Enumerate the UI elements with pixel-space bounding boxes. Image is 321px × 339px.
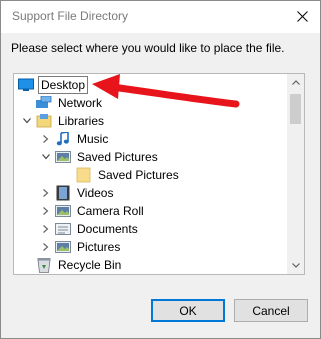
pictures-library-icon [55, 239, 71, 255]
chevron-down-icon [291, 263, 300, 268]
tree-item-recycle-bin[interactable]: Recycle Bin [36, 256, 304, 274]
tree-item-pictures[interactable]: Pictures [41, 238, 304, 256]
tree-item-label: Pictures [77, 240, 121, 254]
prompt-text: Please select where you would like to pl… [11, 41, 285, 55]
scroll-thumb[interactable] [290, 94, 301, 124]
tree-item-label: Recycle Bin [58, 258, 122, 272]
tree-item-saved-pictures-folder[interactable]: Saved Pictures [76, 166, 304, 184]
window-title: Support File Directory [12, 9, 129, 23]
recycle-bin-icon [36, 257, 52, 273]
pictures-library-icon [55, 203, 71, 219]
chevron-right-icon[interactable] [41, 188, 51, 198]
tree-item-label: Videos [77, 186, 114, 200]
tree-item-saved-pictures-library[interactable]: Saved Pictures [41, 148, 304, 166]
title-bar: Support File Directory [1, 1, 320, 33]
tree-item-label: Documents [77, 222, 138, 236]
desktop-icon [18, 77, 34, 93]
tree-item-camera-roll[interactable]: Camera Roll [41, 202, 304, 220]
tree-item-label: Desktop [38, 76, 89, 94]
tree-item-libraries[interactable]: Libraries [22, 112, 294, 130]
libraries-icon [36, 113, 52, 129]
tree-item-music[interactable]: Music [41, 130, 304, 148]
support-file-directory-dialog: Support File Directory Please select whe… [0, 0, 321, 339]
tree-item-label: Music [77, 132, 109, 146]
scroll-up-button[interactable] [287, 74, 304, 91]
tree-item-label: Saved Pictures [77, 150, 158, 164]
chevron-right-icon[interactable] [41, 134, 51, 144]
cancel-button[interactable]: Cancel [234, 299, 308, 322]
tree-item-label: Saved Pictures [98, 168, 179, 182]
chevron-down-icon[interactable] [22, 116, 32, 126]
chevron-down-icon[interactable] [41, 152, 51, 162]
documents-icon [55, 221, 71, 237]
tree-scrollbar[interactable] [287, 74, 304, 274]
scroll-down-button[interactable] [287, 257, 304, 274]
tree-item-label: Network [58, 96, 103, 110]
ok-button[interactable]: OK [151, 299, 225, 322]
network-icon [36, 95, 52, 111]
tree-item-network[interactable]: Network [36, 94, 304, 112]
folder-tree[interactable]: Desktop Network Libraries Music Saved Pi… [13, 73, 305, 275]
tree-item-videos[interactable]: Videos [41, 184, 304, 202]
tree-item-documents[interactable]: Documents [41, 220, 304, 238]
tree-item-label: Libraries [58, 114, 105, 128]
chevron-right-icon[interactable] [41, 224, 51, 234]
videos-icon [55, 185, 71, 201]
chevron-right-icon[interactable] [41, 206, 51, 216]
close-icon [296, 10, 308, 22]
close-button[interactable] [284, 1, 320, 31]
chevron-up-icon [291, 80, 300, 85]
chevron-right-icon[interactable] [41, 242, 51, 252]
tree-item-desktop[interactable]: Desktop [18, 76, 290, 94]
tree-item-label: Camera Roll [77, 204, 144, 218]
pictures-library-icon [55, 149, 71, 165]
folder-icon [76, 167, 92, 183]
music-icon [55, 131, 71, 147]
